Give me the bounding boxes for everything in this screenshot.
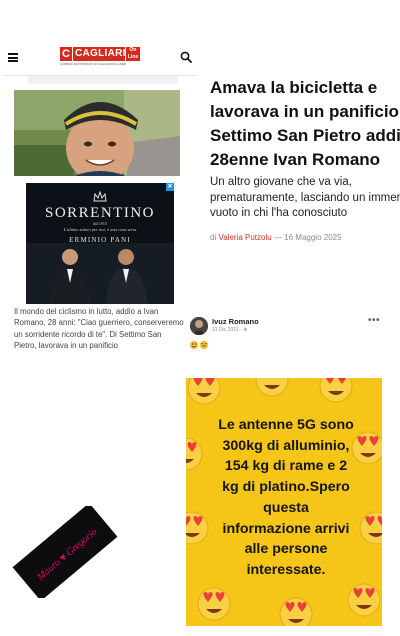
byline-separator: — bbox=[273, 233, 282, 242]
post-text: Le antenne 5G sono 300kg di alluminio, 1… bbox=[218, 417, 354, 578]
advertisement[interactable]: ✕ SORRENTINO dal 1915 L'ultimo saluto pe… bbox=[26, 183, 174, 304]
logo-name: CAGLIARI bbox=[73, 47, 126, 61]
avatar[interactable] bbox=[190, 317, 208, 335]
facebook-post: Ivuz Romano 31 Dic 2021 · ⊕ ••• Le anten… bbox=[186, 312, 392, 626]
ad-close-icon[interactable]: ✕ bbox=[166, 183, 174, 191]
ad-crown-icon bbox=[93, 191, 107, 202]
article-photo[interactable] bbox=[14, 90, 180, 176]
watermark-stamp: Mauro ♥ Gregorio bbox=[12, 506, 118, 598]
article-caption[interactable]: Il mondo del ciclismo in lutto, addio a … bbox=[14, 306, 186, 352]
article-date: 16 Maggio 2025 bbox=[284, 233, 342, 242]
post-author[interactable]: Ivuz Romano bbox=[212, 317, 259, 326]
author-link[interactable]: Valeria Putzolu bbox=[218, 233, 271, 242]
search-icon[interactable] bbox=[180, 51, 192, 63]
site-logo[interactable]: C CAGLIARI On Line IL PRIMO QUOTIDIANO D… bbox=[60, 47, 140, 67]
post-date[interactable]: 31 Dic 2021 · ⊕ bbox=[212, 327, 247, 333]
post-image[interactable]: Le antenne 5G sono 300kg di alluminio, 1… bbox=[186, 378, 382, 626]
ad-brand: SORRENTINO bbox=[44, 205, 155, 221]
site-header: C CAGLIARI On Line IL PRIMO QUOTIDIANO D… bbox=[4, 40, 196, 76]
ad-tagline: L'ultimo saluto per noi, è una cosa seri… bbox=[63, 227, 137, 232]
header-divider bbox=[28, 76, 178, 84]
logo-tagline: IL PRIMO QUOTIDIANO DI CAGLIARI DAL WEB bbox=[60, 62, 126, 66]
article-title[interactable]: Amava la bicicletta e lavorava in un pan… bbox=[210, 76, 400, 172]
article-byline: di Valeria Putzolu — 16 Maggio 2025 bbox=[210, 233, 342, 242]
ad-people-image bbox=[26, 243, 174, 304]
more-options-icon[interactable]: ••• bbox=[368, 315, 380, 326]
menu-icon[interactable] bbox=[8, 53, 18, 62]
logo-letter: C bbox=[60, 47, 72, 61]
news-screenshot: C CAGLIARI On Line IL PRIMO QUOTIDIANO D… bbox=[4, 40, 196, 362]
logo-badge: On Line bbox=[126, 47, 140, 61]
byline-prefix: di bbox=[210, 233, 217, 242]
emoji-icon bbox=[189, 340, 209, 350]
article-subtitle: Un altro giovane che va via, prematurame… bbox=[210, 176, 400, 219]
ad-since: dal 1915 bbox=[93, 221, 107, 226]
